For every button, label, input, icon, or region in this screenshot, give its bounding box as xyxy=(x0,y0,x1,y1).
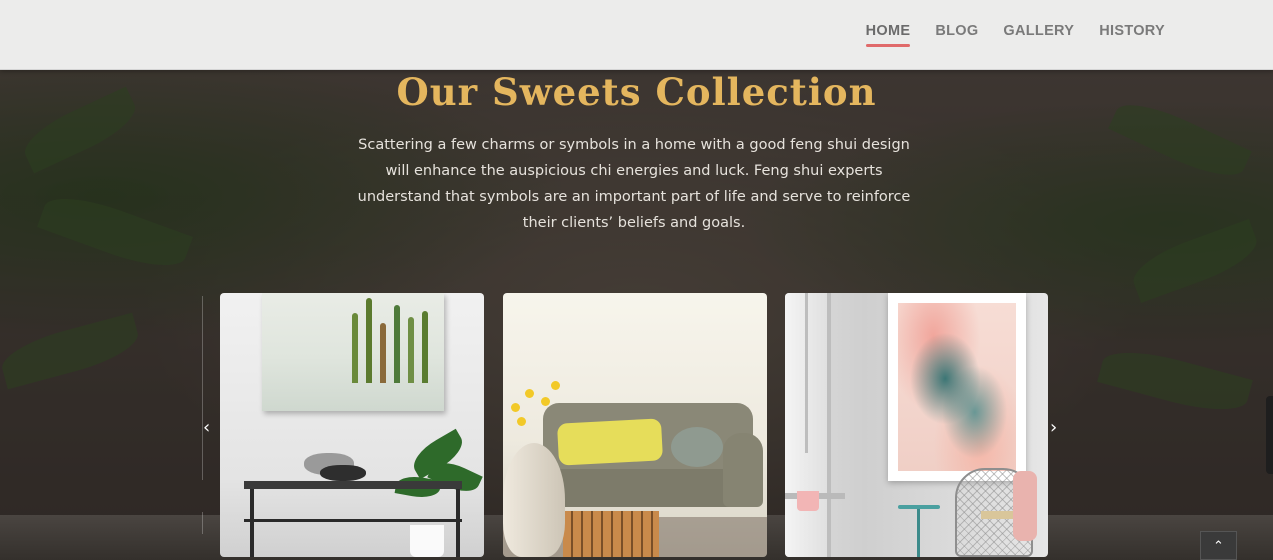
scroll-to-top-button[interactable]: ⌃ xyxy=(1200,531,1237,560)
window xyxy=(785,293,831,557)
sofa-arm xyxy=(723,433,763,507)
carousel-slide-abstract-art[interactable] xyxy=(785,293,1048,557)
painting-tree xyxy=(380,323,386,383)
section-title: Our Sweets Collection xyxy=(396,70,877,114)
yellow-flower xyxy=(525,389,534,398)
section-description: Scattering a few charms or symbols in a … xyxy=(357,137,911,231)
chevron-up-icon: ⌃ xyxy=(1213,539,1224,554)
painting-tree xyxy=(408,317,414,383)
nav-item-home[interactable]: HOME xyxy=(865,23,911,47)
vase xyxy=(503,443,565,557)
side-table-leg xyxy=(917,509,920,557)
carousel-prev-icon[interactable]: ‹ xyxy=(203,419,210,437)
nav-item-history[interactable]: HISTORY xyxy=(1099,23,1165,45)
plant-pot xyxy=(410,525,444,557)
abstract-painting xyxy=(888,293,1026,481)
main-nav: HOME BLOG GALLERY HISTORY xyxy=(865,23,1165,47)
nav-item-blog[interactable]: BLOG xyxy=(935,23,978,45)
yellow-flower xyxy=(541,397,550,406)
grey-cushion xyxy=(671,427,723,467)
console-table xyxy=(244,481,462,489)
yellow-cushion xyxy=(556,418,664,466)
carousel-divider xyxy=(202,296,203,480)
watercolor-painting xyxy=(262,293,444,411)
pink-blanket xyxy=(1013,471,1037,541)
yellow-flower xyxy=(517,417,526,426)
painting-tree xyxy=(366,298,372,383)
pink-pot xyxy=(797,491,819,511)
pillow xyxy=(320,465,366,481)
table-leg xyxy=(250,489,254,557)
painting-tree xyxy=(422,311,428,383)
carousel-slide-watercolor[interactable] xyxy=(220,293,484,557)
wooden-bench xyxy=(563,511,659,557)
table-leg xyxy=(456,489,460,557)
painting-tree xyxy=(394,305,400,383)
carousel-divider xyxy=(202,512,203,534)
side-feedback-tab[interactable] xyxy=(1266,396,1273,474)
painting-tree xyxy=(352,313,358,383)
yellow-flower xyxy=(551,381,560,390)
carousel-slide-sofa[interactable] xyxy=(503,293,767,557)
painting-canvas xyxy=(898,303,1016,471)
yellow-flower xyxy=(511,403,520,412)
site-header: HOME BLOG GALLERY HISTORY xyxy=(0,0,1273,70)
table-bar xyxy=(244,519,462,522)
carousel-next-icon[interactable]: › xyxy=(1050,419,1057,437)
nav-item-gallery[interactable]: GALLERY xyxy=(1003,23,1074,45)
